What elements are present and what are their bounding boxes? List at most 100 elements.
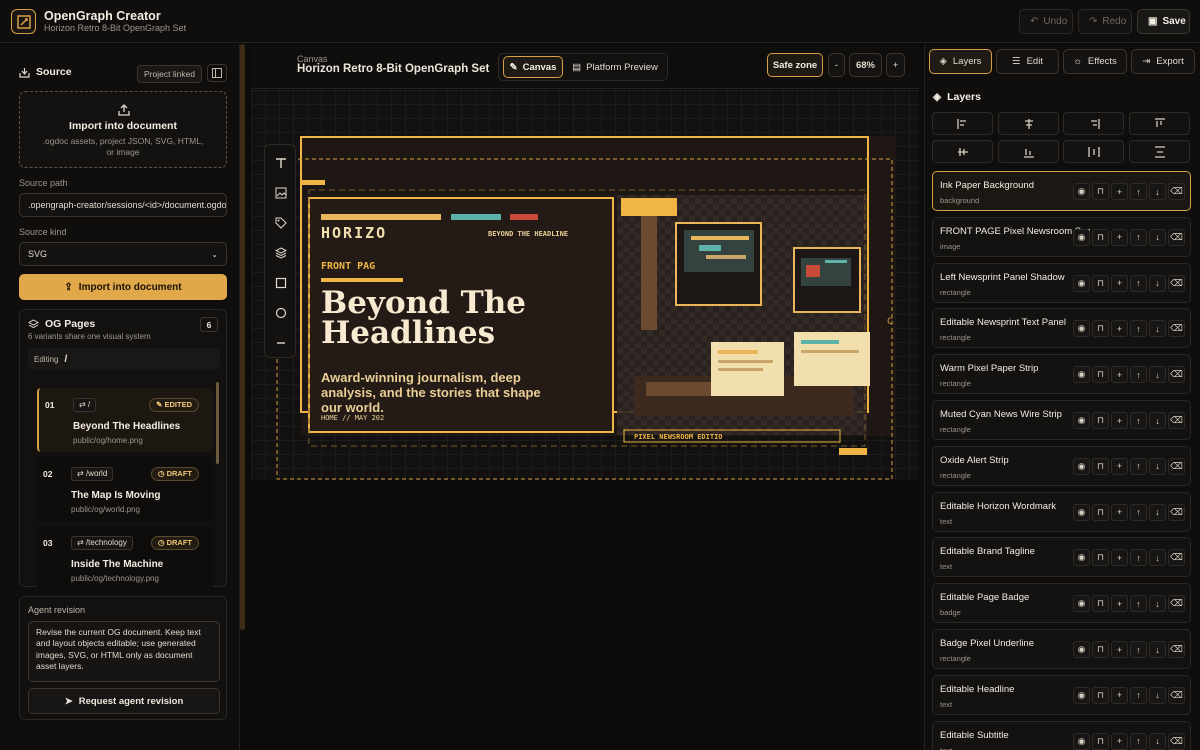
arrow-up-icon[interactable]: ↑ bbox=[1130, 549, 1147, 567]
tab-platform-preview[interactable]: ▤ Platform Preview bbox=[567, 56, 663, 78]
safe-zone-toggle[interactable]: Safe zone bbox=[767, 53, 823, 77]
arrow-up-icon[interactable]: ↑ bbox=[1130, 503, 1147, 521]
layer-row[interactable]: Badge Pixel Underline rectangle ◉ ⊓ + ↑ ↓ ⌫ bbox=[932, 629, 1191, 669]
arrow-down-icon[interactable]: ↓ bbox=[1149, 641, 1166, 658]
og-artboard[interactable]: HORIZO BEYOND THE HEADLINE FRONT PAG Bey… bbox=[251, 90, 919, 480]
align-middle-icon[interactable] bbox=[932, 140, 993, 163]
lock-icon[interactable]: ⊓ bbox=[1092, 641, 1109, 658]
eye-icon[interactable]: ◉ bbox=[1073, 366, 1090, 384]
lock-icon[interactable]: ⊓ bbox=[1092, 595, 1109, 613]
trash-icon[interactable]: ⌫ bbox=[1168, 412, 1185, 429]
tab-canvas[interactable]: ✎ Canvas bbox=[503, 56, 563, 78]
lock-icon[interactable]: ⊓ bbox=[1092, 686, 1109, 704]
layer-row[interactable]: Oxide Alert Strip rectangle ◉ ⊓ + ↑ ↓ ⌫ bbox=[932, 445, 1191, 486]
trash-icon[interactable]: ⌫ bbox=[1168, 320, 1185, 338]
add-icon[interactable]: + bbox=[1111, 595, 1128, 613]
lock-icon[interactable]: ⊓ bbox=[1092, 228, 1109, 246]
layer-row[interactable]: FRONT PAGE Pixel Newsroom Scene image ◉ ⊓ + ↑… bbox=[932, 216, 1191, 257]
arrow-up-icon[interactable]: ↑ bbox=[1130, 320, 1147, 338]
arrow-down-icon[interactable]: ↓ bbox=[1149, 686, 1166, 704]
redo-button[interactable]: ↷ Redo bbox=[1078, 9, 1132, 34]
arrow-down-icon[interactable]: ↓ bbox=[1149, 595, 1166, 613]
eye-icon[interactable]: ◉ bbox=[1073, 732, 1090, 750]
arrow-down-icon[interactable]: ↓ bbox=[1149, 320, 1166, 338]
page-card-world[interactable]: 02 ⇄ /world ◷ DRAFT The Map Is Moving pu… bbox=[37, 457, 213, 521]
arrow-down-icon[interactable]: ↓ bbox=[1149, 228, 1166, 246]
lock-icon[interactable]: ⊓ bbox=[1092, 366, 1109, 384]
add-icon[interactable]: + bbox=[1111, 641, 1128, 658]
arrow-up-icon[interactable]: ↑ bbox=[1130, 274, 1147, 292]
distribute-vertical-icon[interactable] bbox=[1129, 140, 1190, 163]
layer-row[interactable]: Editable Horizon Wordmark text ◉ ⊓ + ↑ ↓ ⌫ bbox=[932, 491, 1191, 532]
add-icon[interactable]: + bbox=[1111, 412, 1128, 429]
trash-icon[interactable]: ⌫ bbox=[1168, 228, 1185, 246]
add-icon[interactable]: + bbox=[1111, 320, 1128, 338]
add-icon[interactable]: + bbox=[1111, 549, 1128, 567]
lock-icon[interactable]: ⊓ bbox=[1092, 412, 1109, 429]
trash-icon[interactable]: ⌫ bbox=[1168, 549, 1185, 567]
arrow-down-icon[interactable]: ↓ bbox=[1149, 732, 1166, 750]
layer-row[interactable]: Muted Cyan News Wire Strip rectangle ◉ ⊓ + ↑ ↓… bbox=[932, 400, 1191, 440]
add-icon[interactable]: + bbox=[1111, 183, 1128, 200]
trash-icon[interactable]: ⌫ bbox=[1168, 686, 1185, 704]
page-card-technology[interactable]: 03 ⇄ /technology ◷ DRAFT Inside The Mach… bbox=[37, 526, 213, 590]
pages-scrollbar[interactable] bbox=[216, 382, 219, 464]
eye-icon[interactable]: ◉ bbox=[1073, 686, 1090, 704]
align-bottom-icon[interactable] bbox=[998, 140, 1059, 163]
trash-icon[interactable]: ⌫ bbox=[1168, 503, 1185, 521]
arrow-up-icon[interactable]: ↑ bbox=[1130, 732, 1147, 750]
layer-row[interactable]: Editable Page Badge badge ◉ ⊓ + ↑ ↓ ⌫ bbox=[932, 583, 1191, 624]
save-button[interactable]: ▣ Save bbox=[1137, 9, 1190, 34]
line-tool-icon[interactable] bbox=[271, 333, 291, 353]
lock-icon[interactable]: ⊓ bbox=[1092, 274, 1109, 292]
add-icon[interactable]: + bbox=[1111, 366, 1128, 384]
import-dropzone[interactable]: Import into document .ogdoc assets, proj… bbox=[19, 91, 227, 168]
eye-icon[interactable]: ◉ bbox=[1073, 183, 1090, 200]
lock-icon[interactable]: ⊓ bbox=[1092, 457, 1109, 475]
eye-icon[interactable]: ◉ bbox=[1073, 503, 1090, 521]
distribute-horizontal-icon[interactable] bbox=[1063, 140, 1124, 163]
tab-effects[interactable]: ☼ Effects bbox=[1063, 49, 1127, 74]
source-path-input[interactable]: .opengraph-creator/sessions/<id>/documen… bbox=[19, 193, 227, 217]
left-scrollbar[interactable] bbox=[240, 44, 245, 630]
arrow-down-icon[interactable]: ↓ bbox=[1149, 274, 1166, 292]
add-icon[interactable]: + bbox=[1111, 732, 1128, 750]
canvas-grid[interactable]: HORIZO BEYOND THE HEADLINE FRONT PAG Bey… bbox=[251, 90, 919, 480]
arrow-up-icon[interactable]: ↑ bbox=[1130, 228, 1147, 246]
layer-row[interactable]: Left Newsprint Panel Shadow rectangle ◉ ⊓ + ↑… bbox=[932, 262, 1191, 303]
tab-export[interactable]: ⇥ Export bbox=[1131, 49, 1195, 74]
add-icon[interactable]: + bbox=[1111, 228, 1128, 246]
eye-icon[interactable]: ◉ bbox=[1073, 457, 1090, 475]
trash-icon[interactable]: ⌫ bbox=[1168, 274, 1185, 292]
eye-icon[interactable]: ◉ bbox=[1073, 595, 1090, 613]
lock-icon[interactable]: ⊓ bbox=[1092, 503, 1109, 521]
trash-icon[interactable]: ⌫ bbox=[1168, 183, 1185, 200]
arrow-up-icon[interactable]: ↑ bbox=[1130, 183, 1147, 200]
eye-icon[interactable]: ◉ bbox=[1073, 274, 1090, 292]
ellipse-tool-icon[interactable] bbox=[271, 303, 291, 323]
eye-icon[interactable]: ◉ bbox=[1073, 320, 1090, 338]
arrow-down-icon[interactable]: ↓ bbox=[1149, 412, 1166, 429]
request-agent-revision-button[interactable]: ➤ Request agent revision bbox=[28, 688, 220, 714]
layer-row[interactable]: Warm Pixel Paper Strip rectangle ◉ ⊓ + ↑ ↓ ⌫ bbox=[932, 354, 1191, 395]
rectangle-tool-icon[interactable] bbox=[271, 273, 291, 293]
eye-icon[interactable]: ◉ bbox=[1073, 549, 1090, 567]
agent-prompt-textarea[interactable]: Revise the current OG document. Keep tex… bbox=[28, 621, 220, 682]
arrow-down-icon[interactable]: ↓ bbox=[1149, 503, 1166, 521]
add-icon[interactable]: + bbox=[1111, 686, 1128, 704]
tab-edit[interactable]: ☰ Edit bbox=[996, 49, 1059, 74]
import-into-document-button[interactable]: ⇪ Import into document bbox=[19, 274, 227, 300]
lock-icon[interactable]: ⊓ bbox=[1092, 732, 1109, 750]
image-tool-icon[interactable] bbox=[271, 183, 291, 203]
source-kind-select[interactable]: SVG ⌄ bbox=[19, 242, 227, 266]
add-icon[interactable]: + bbox=[1111, 503, 1128, 521]
arrow-down-icon[interactable]: ↓ bbox=[1149, 183, 1166, 200]
arrow-up-icon[interactable]: ↑ bbox=[1130, 412, 1147, 429]
trash-icon[interactable]: ⌫ bbox=[1168, 595, 1185, 613]
trash-icon[interactable]: ⌫ bbox=[1168, 641, 1185, 658]
align-left-icon[interactable] bbox=[932, 112, 993, 135]
arrow-up-icon[interactable]: ↑ bbox=[1130, 595, 1147, 613]
eye-icon[interactable]: ◉ bbox=[1073, 228, 1090, 246]
trash-icon[interactable]: ⌫ bbox=[1168, 457, 1185, 475]
arrow-up-icon[interactable]: ↑ bbox=[1130, 641, 1147, 658]
